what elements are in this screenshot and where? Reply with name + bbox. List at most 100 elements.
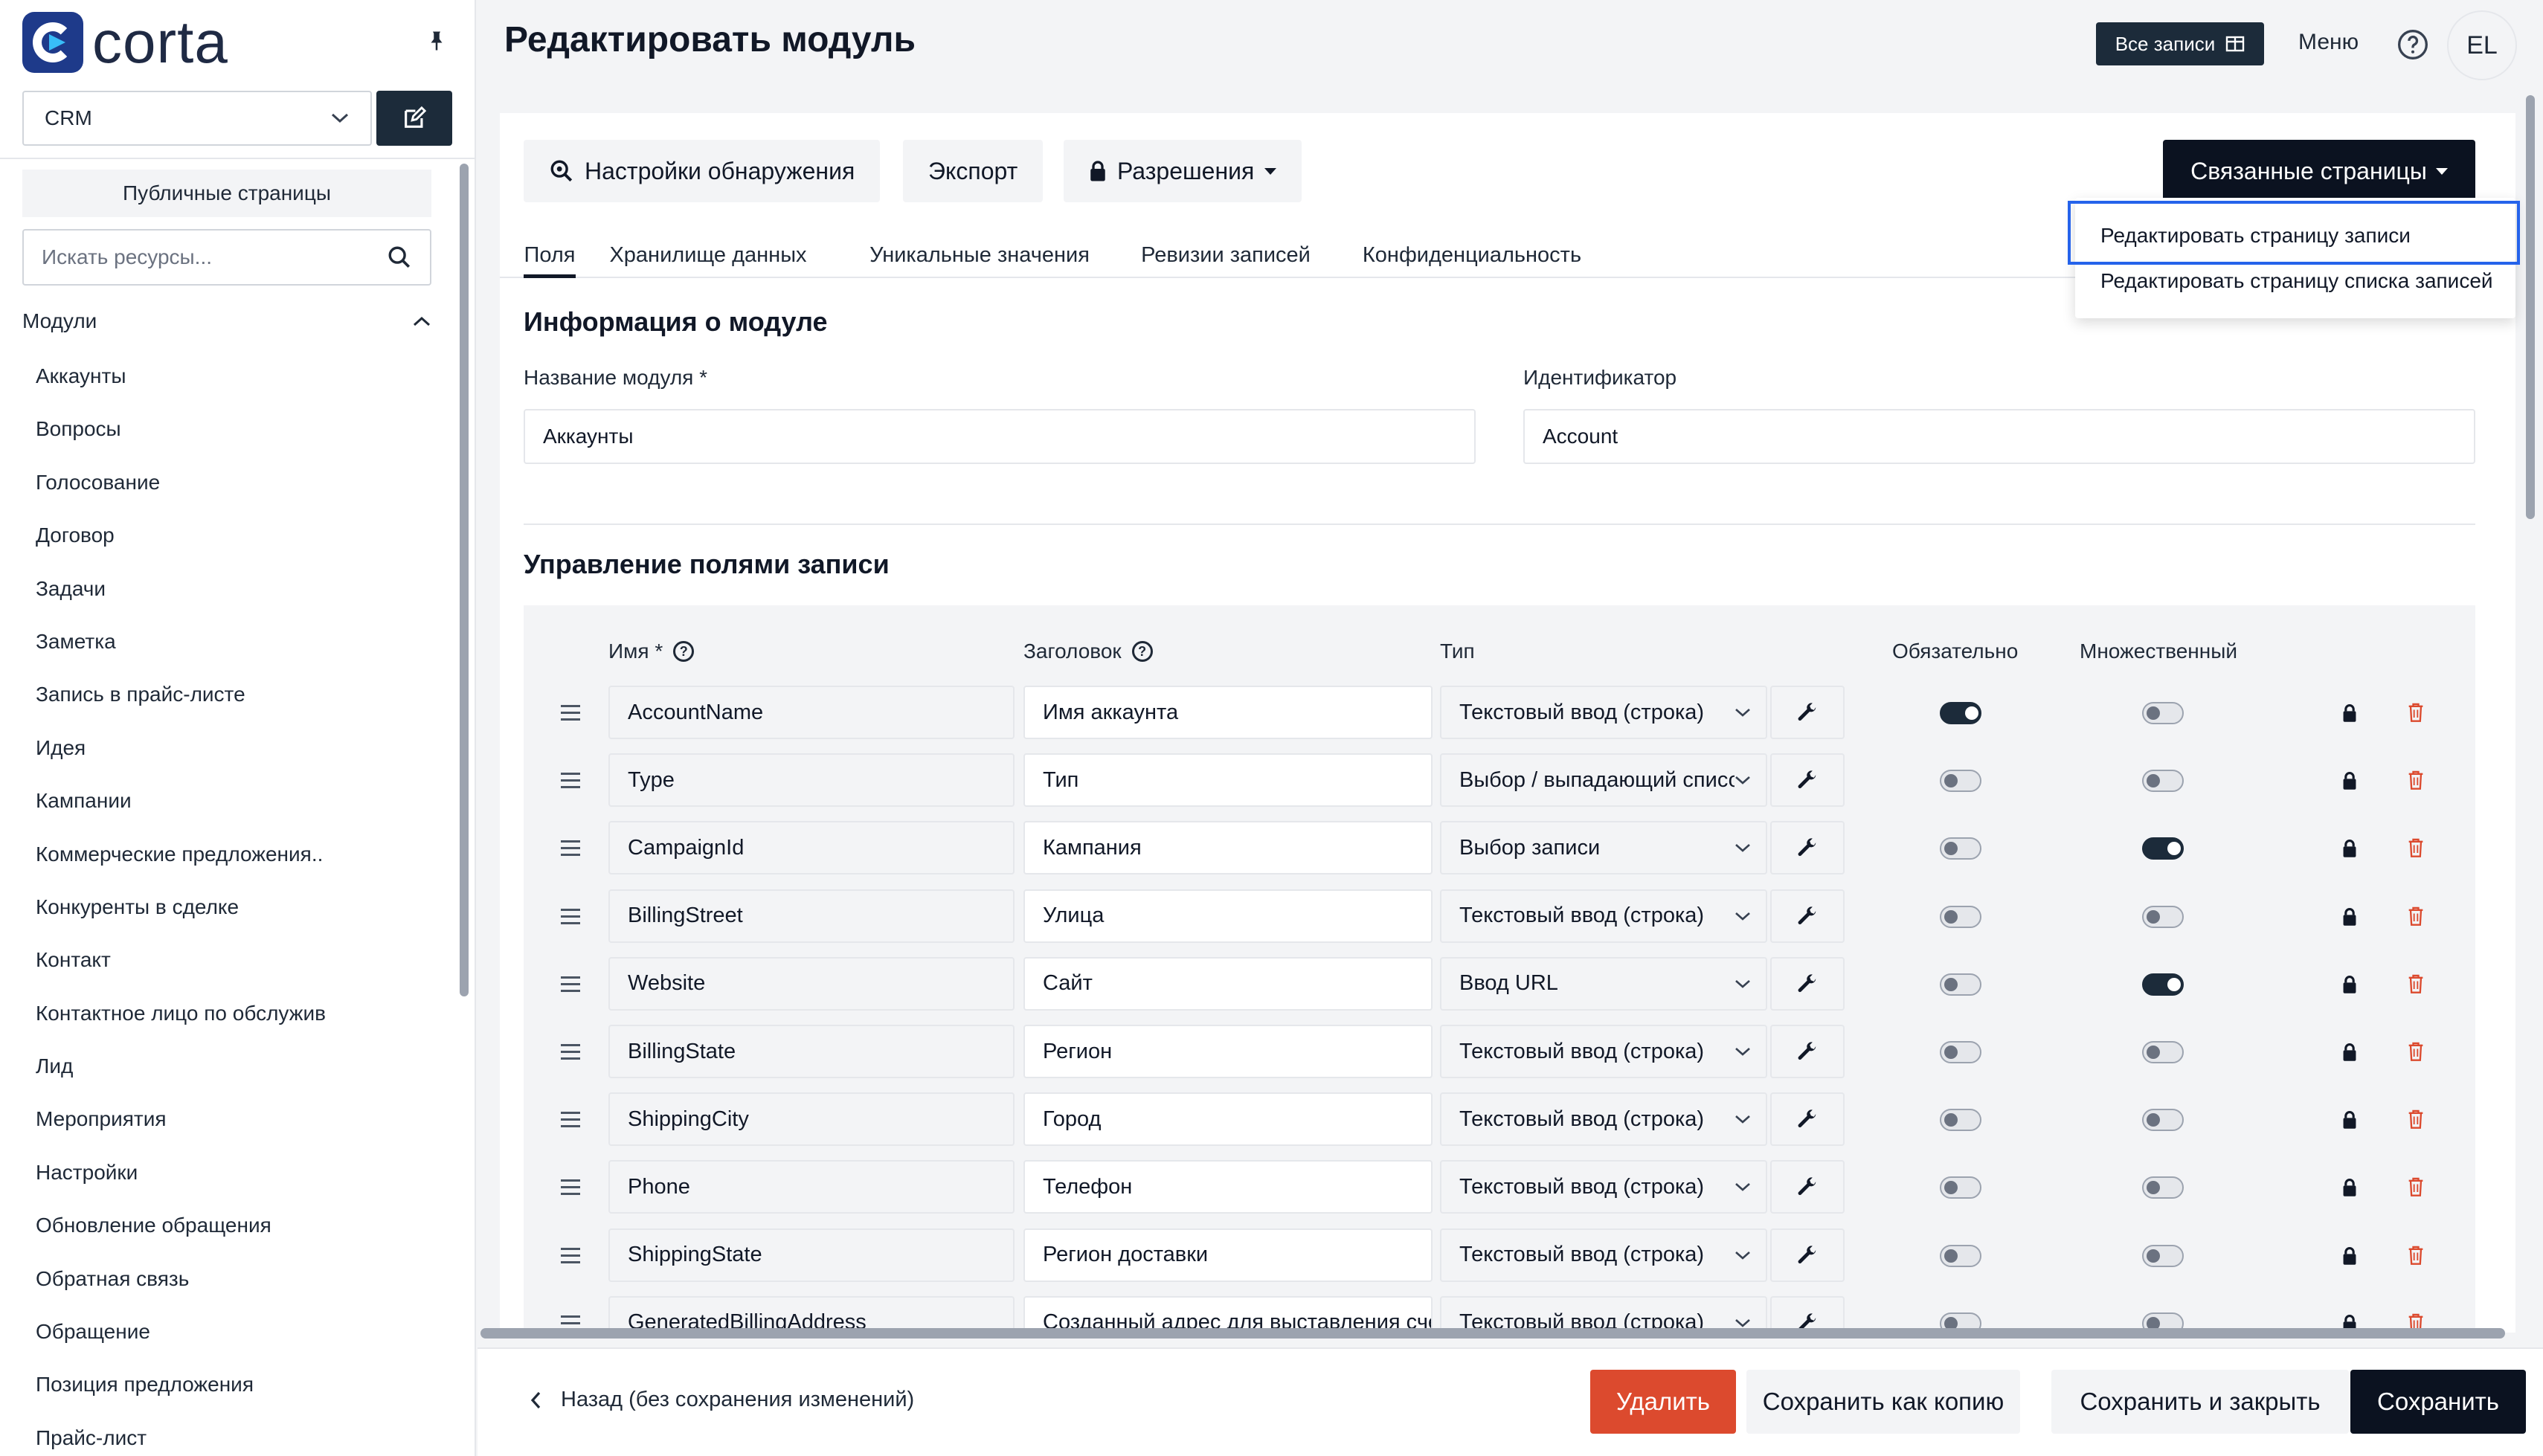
- field-title-input[interactable]: Тип: [1023, 753, 1433, 808]
- edit-list-page-item[interactable]: Редактировать страницу списка записей: [2075, 259, 2515, 303]
- sidebar-module-item[interactable]: Контактное лицо по обслужив: [36, 987, 422, 1040]
- sidebar-module-item[interactable]: Позиция предложения: [36, 1358, 422, 1411]
- drag-handle-icon[interactable]: [561, 840, 580, 860]
- required-toggle[interactable]: [1940, 973, 1981, 996]
- multiple-toggle[interactable]: [2142, 905, 2184, 928]
- field-type-select[interactable]: Текстовый ввод (строка): [1440, 1295, 1767, 1333]
- delete-button[interactable]: Удалить: [1590, 1370, 1736, 1434]
- sidebar-module-item[interactable]: Контакт: [36, 933, 422, 986]
- trash-icon[interactable]: [2407, 1176, 2425, 1197]
- field-title-input[interactable]: Телефон: [1023, 1160, 1433, 1214]
- pin-icon[interactable]: [425, 30, 448, 52]
- public-pages-button[interactable]: Публичные страницы: [22, 170, 431, 217]
- drag-handle-icon[interactable]: [561, 773, 580, 793]
- trash-icon[interactable]: [2407, 1245, 2425, 1266]
- lock-icon[interactable]: [2341, 907, 2358, 927]
- save-button[interactable]: Сохранить: [2350, 1370, 2526, 1434]
- tab-unique-values[interactable]: Уникальные значения: [866, 232, 1093, 278]
- field-type-select[interactable]: Текстовый ввод (строка): [1440, 1160, 1767, 1214]
- vertical-scrollbar[interactable]: [2526, 95, 2535, 519]
- trash-icon[interactable]: [2407, 973, 2425, 994]
- help-icon[interactable]: [2396, 28, 2429, 61]
- field-name-input[interactable]: Website: [608, 956, 1015, 1011]
- field-title-input[interactable]: Созданный адрес для выставления счета: [1023, 1295, 1433, 1333]
- tab-record-revisions[interactable]: Ревизии записей: [1137, 232, 1315, 278]
- user-avatar[interactable]: EL: [2447, 10, 2517, 80]
- sidebar-module-item[interactable]: Обратная связь: [36, 1252, 422, 1305]
- sidebar-module-item[interactable]: Обращение: [36, 1305, 422, 1358]
- required-toggle[interactable]: [1940, 1041, 1981, 1063]
- field-title-input[interactable]: Регион доставки: [1023, 1228, 1433, 1282]
- module-id-input[interactable]: Account: [1523, 409, 2475, 464]
- help-circle-icon[interactable]: ?: [673, 641, 695, 662]
- lock-icon[interactable]: [2341, 1110, 2358, 1130]
- resource-search-input[interactable]: [42, 245, 354, 269]
- drag-handle-icon[interactable]: [561, 976, 580, 996]
- sidebar-module-item[interactable]: Прайс-лист: [36, 1411, 422, 1456]
- resource-search[interactable]: [22, 229, 431, 286]
- required-toggle[interactable]: [1940, 770, 1981, 793]
- field-name-input[interactable]: CampaignId: [608, 821, 1015, 875]
- field-type-select[interactable]: Текстовый ввод (строка): [1440, 889, 1767, 943]
- back-link[interactable]: Назад (без сохранения изменений): [530, 1388, 914, 1412]
- lock-icon[interactable]: [2341, 1178, 2358, 1197]
- field-name-input[interactable]: BillingState: [608, 1025, 1015, 1078]
- tab-data-storage[interactable]: Хранилище данных: [597, 232, 820, 278]
- all-records-button[interactable]: Все записи: [2096, 22, 2264, 65]
- field-title-input[interactable]: Город: [1023, 1092, 1433, 1147]
- drag-handle-icon[interactable]: [561, 1179, 580, 1199]
- chevron-up-icon[interactable]: [412, 315, 431, 327]
- field-settings-button[interactable]: [1770, 1160, 1845, 1214]
- field-settings-button[interactable]: [1770, 1228, 1845, 1282]
- search-icon[interactable]: [387, 245, 412, 270]
- sidebar-module-item[interactable]: Кампании: [36, 774, 422, 827]
- field-name-input[interactable]: GeneratedBillingAddress: [608, 1295, 1015, 1333]
- field-settings-button[interactable]: [1770, 821, 1845, 875]
- field-name-input[interactable]: BillingStreet: [608, 889, 1015, 943]
- permissions-button[interactable]: Разрешения: [1064, 140, 1302, 202]
- lock-icon[interactable]: [2341, 975, 2358, 994]
- lock-icon[interactable]: [2341, 703, 2358, 723]
- export-button[interactable]: Экспорт: [903, 140, 1044, 202]
- lock-icon[interactable]: [2341, 1246, 2358, 1266]
- sidebar-module-item[interactable]: Настройки: [36, 1146, 422, 1199]
- sidebar-module-item[interactable]: Вопросы: [36, 402, 422, 455]
- multiple-toggle[interactable]: [2142, 973, 2184, 996]
- lock-icon[interactable]: [2341, 1043, 2358, 1062]
- trash-icon[interactable]: [2407, 906, 2425, 927]
- required-toggle[interactable]: [1940, 1176, 1981, 1199]
- field-type-select[interactable]: Выбор / выпадающий список: [1440, 753, 1767, 808]
- sidebar-module-item[interactable]: Коммерческие предложения..: [36, 828, 422, 880]
- multiple-toggle[interactable]: [2142, 702, 2184, 724]
- app-select[interactable]: CRM: [22, 91, 372, 146]
- multiple-toggle[interactable]: [2142, 1109, 2184, 1132]
- multiple-toggle[interactable]: [2142, 770, 2184, 793]
- modules-header[interactable]: Модули: [22, 309, 431, 333]
- trash-icon[interactable]: [2407, 1109, 2425, 1130]
- sidebar-module-item[interactable]: Лид: [36, 1040, 422, 1092]
- field-type-select[interactable]: Ввод URL: [1440, 956, 1767, 1011]
- multiple-toggle[interactable]: [2142, 1176, 2184, 1199]
- drag-handle-icon[interactable]: [561, 1112, 580, 1132]
- sidebar-module-item[interactable]: Задачи: [36, 562, 422, 615]
- drag-handle-icon[interactable]: [561, 908, 580, 929]
- sidebar-module-item[interactable]: Конкуренты в сделке: [36, 880, 422, 933]
- tab-privacy[interactable]: Конфиденциальность: [1357, 232, 1587, 278]
- field-type-select[interactable]: Текстовый ввод (строка): [1440, 1228, 1767, 1282]
- required-toggle[interactable]: [1940, 905, 1981, 928]
- field-settings-button[interactable]: [1770, 889, 1845, 943]
- sidebar-module-item[interactable]: Запись в прайс-листе: [36, 668, 422, 721]
- required-toggle[interactable]: [1940, 837, 1981, 860]
- sidebar-module-item[interactable]: Идея: [36, 721, 422, 774]
- lock-icon[interactable]: [2341, 771, 2358, 790]
- field-name-input[interactable]: Type: [608, 753, 1015, 808]
- sidebar-module-item[interactable]: Мероприятия: [36, 1092, 422, 1145]
- trash-icon[interactable]: [2407, 702, 2425, 723]
- field-settings-button[interactable]: [1770, 686, 1845, 739]
- field-title-input[interactable]: Имя аккаунта: [1023, 686, 1433, 739]
- multiple-toggle[interactable]: [2142, 1244, 2184, 1267]
- horizontal-scrollbar[interactable]: [480, 1328, 2505, 1339]
- drag-handle-icon[interactable]: [561, 705, 580, 725]
- field-title-input[interactable]: Кампания: [1023, 821, 1433, 875]
- trash-icon[interactable]: [2407, 837, 2425, 858]
